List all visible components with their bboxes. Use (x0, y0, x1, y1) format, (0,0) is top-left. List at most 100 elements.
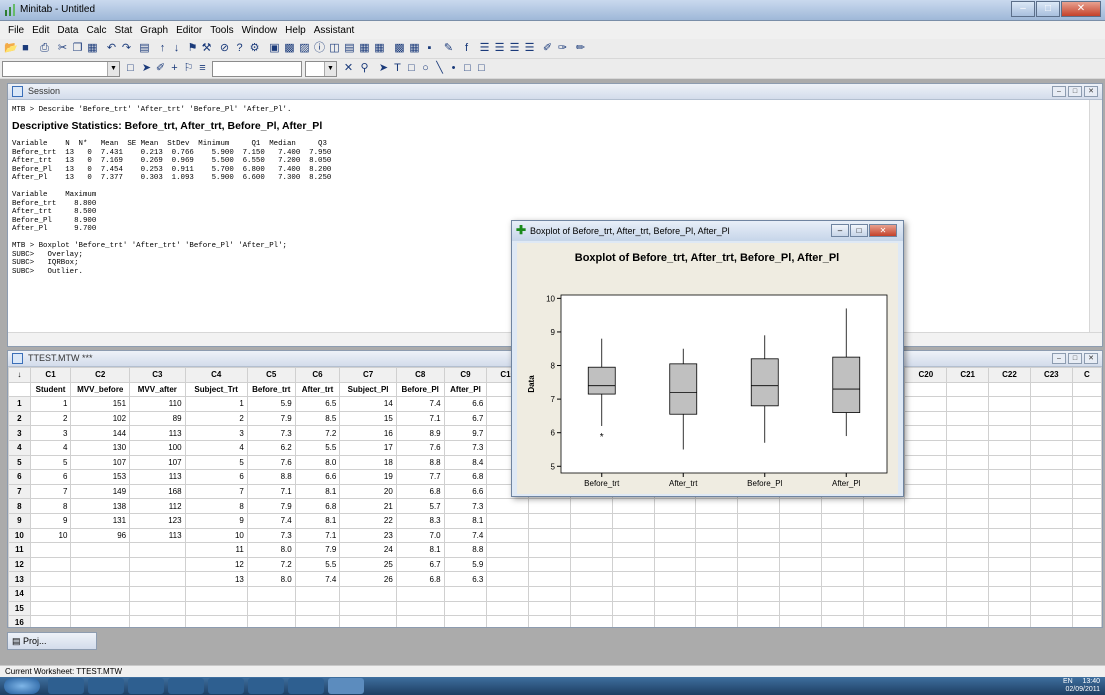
data-cell[interactable] (528, 615, 571, 627)
data-cell[interactable] (1071, 410, 1102, 427)
clock-date[interactable]: 02/09/2011 (1065, 686, 1100, 693)
data-cell[interactable] (528, 571, 571, 587)
session-close-button[interactable]: ✕ (1084, 86, 1098, 97)
data-cell[interactable] (695, 600, 739, 617)
data-cell[interactable]: 110 (129, 396, 186, 412)
data-cell[interactable] (1029, 439, 1073, 456)
edit-icon[interactable]: ✎ (442, 42, 455, 55)
data-cell[interactable] (129, 585, 186, 602)
data-cell[interactable]: 113 (129, 425, 186, 441)
column-header[interactable]: C1 (29, 367, 72, 383)
menu-editor[interactable]: Editor (172, 25, 206, 36)
polyline-icon[interactable]: □ (475, 62, 488, 75)
data-cell[interactable] (695, 615, 739, 627)
data-cell[interactable] (443, 600, 488, 617)
variable-name-cell[interactable]: Subject_Pl (339, 381, 397, 398)
data-cell[interactable] (946, 425, 990, 441)
word-taskbar-icon[interactable] (288, 678, 324, 694)
data-cell[interactable] (779, 542, 822, 558)
data-cell[interactable] (904, 469, 948, 485)
data-cell[interactable] (946, 469, 990, 485)
data-cell[interactable]: 107 (129, 454, 186, 471)
data-cell[interactable] (988, 542, 1031, 558)
data-cell[interactable] (443, 585, 488, 602)
data-cell[interactable]: 5.9 (246, 396, 296, 412)
data-cell[interactable] (1029, 410, 1073, 427)
graph-combo-1[interactable] (212, 61, 302, 77)
data-cell[interactable] (862, 571, 906, 587)
data-cell[interactable] (569, 571, 613, 587)
data-cell[interactable] (70, 556, 131, 573)
data-cell[interactable]: 6.8 (443, 469, 488, 485)
data-cell[interactable]: 10 (184, 527, 248, 544)
line-icon[interactable]: ╲ (433, 62, 446, 75)
menu-assistant[interactable]: Assistant (310, 25, 359, 36)
dot-icon[interactable]: • (447, 62, 460, 75)
column-header[interactable]: C22 (988, 367, 1031, 383)
graph-minimize-button[interactable]: – (831, 224, 849, 237)
data-cell[interactable] (695, 498, 739, 514)
session-minimize-button[interactable]: – (1052, 86, 1066, 97)
data-cell[interactable]: 6.2 (246, 439, 296, 456)
data-cell[interactable] (820, 512, 864, 529)
text-tool-icon[interactable]: T (391, 62, 404, 75)
data-cell[interactable] (1071, 542, 1102, 558)
variable-name-cell[interactable]: MVV_after (129, 381, 186, 398)
data-cell[interactable]: 6 (29, 469, 72, 485)
data-cell[interactable] (695, 512, 739, 529)
insert-icon[interactable]: ▤ (138, 42, 151, 55)
data-cell[interactable] (184, 600, 248, 617)
data-cell[interactable] (294, 600, 341, 617)
data-cell[interactable]: 107 (70, 454, 131, 471)
variable-name-cell[interactable] (1071, 381, 1102, 398)
data-cell[interactable] (1029, 425, 1073, 441)
data-cell[interactable] (486, 585, 530, 602)
data-cell[interactable]: 21 (339, 498, 397, 514)
chevron-down-icon[interactable]: ▼ (107, 62, 119, 76)
column-header[interactable]: C23 (1029, 367, 1073, 383)
data-cell[interactable] (486, 571, 530, 587)
folder-taskbar-icon[interactable] (208, 678, 244, 694)
data-cell[interactable] (294, 615, 341, 627)
replace-icon[interactable]: ⚒ (200, 42, 213, 55)
data-cell[interactable]: 6.7 (395, 556, 445, 573)
pen-icon[interactable]: ✑ (556, 42, 569, 55)
row-number[interactable]: 1 (8, 396, 31, 412)
row-number[interactable]: 2 (8, 410, 31, 427)
crosshair-icon[interactable]: + (168, 62, 181, 75)
data-cell[interactable] (862, 542, 906, 558)
minimize-button[interactable]: – (1011, 1, 1035, 17)
rectangle-icon[interactable]: □ (405, 62, 418, 75)
data-cell[interactable] (904, 396, 948, 412)
report-icon[interactable]: ▤ (343, 42, 356, 55)
data-cell[interactable] (1071, 585, 1102, 602)
data-cell[interactable] (988, 527, 1031, 544)
project-manager-bar[interactable]: ▤ Proj... (7, 632, 97, 650)
data-cell[interactable] (569, 600, 613, 617)
data-cell[interactable] (737, 600, 780, 617)
data-cell[interactable] (946, 615, 990, 627)
variable-name-cell[interactable]: After_trt (294, 381, 341, 398)
data-cell[interactable]: 9 (29, 512, 72, 529)
close-button[interactable]: ✕ (1061, 1, 1101, 17)
layout-icon[interactable]: □ (124, 62, 137, 75)
data-cell[interactable] (246, 585, 296, 602)
data-cell[interactable]: 8.0 (294, 454, 341, 471)
data-cell[interactable] (820, 498, 864, 514)
data-cell[interactable] (129, 556, 186, 573)
data-cell[interactable]: 149 (70, 483, 131, 500)
data-cell[interactable]: 6.8 (294, 498, 341, 514)
data-cell[interactable] (779, 527, 822, 544)
data-cell[interactable] (1071, 615, 1102, 627)
distribute2-icon[interactable]: ☰ (523, 42, 536, 55)
data-cell[interactable] (779, 585, 822, 602)
data-cell[interactable]: 8.8 (246, 469, 296, 485)
data-cell[interactable] (820, 571, 864, 587)
variable-name-cell[interactable]: Student (29, 381, 72, 398)
data-cell[interactable]: 5.7 (395, 498, 445, 514)
column-header[interactable]: C3 (129, 367, 186, 383)
data-cell[interactable] (246, 615, 296, 627)
data-cell[interactable] (695, 556, 739, 573)
data-cell[interactable] (611, 527, 655, 544)
data-cell[interactable] (737, 498, 780, 514)
